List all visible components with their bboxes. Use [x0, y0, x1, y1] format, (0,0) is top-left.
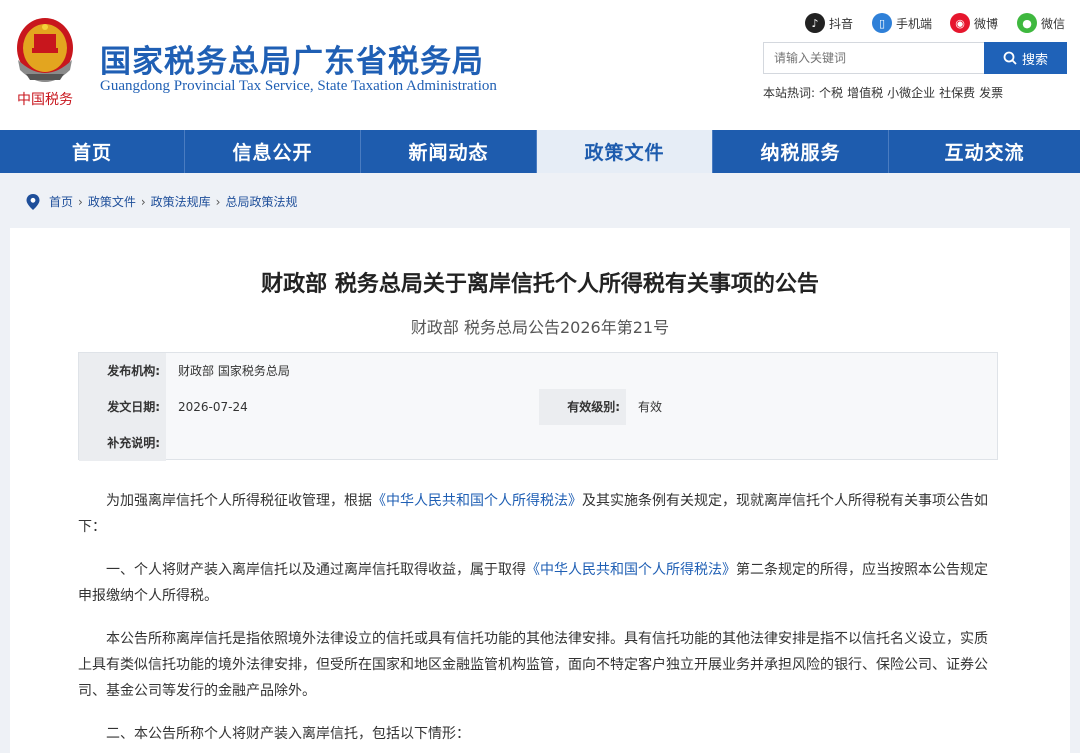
nav-item-tax-services[interactable]: 纳税服务: [713, 130, 889, 173]
article-document-number: 财政部 税务总局公告2026年第21号: [410, 318, 670, 337]
issuer-label: 发布机构:: [79, 353, 166, 389]
hot-word[interactable]: 社保费: [939, 86, 975, 100]
paragraph-text: 一、个人将财产装入离岸信托以及通过离岸信托取得收益，属于取得: [106, 562, 526, 578]
article-panel: 财政部 税务总局关于离岸信托个人所得税有关事项的公告 财政部 税务总局公告202…: [10, 228, 1070, 753]
paragraph-text: 为加强离岸信托个人所得税征收管理，根据: [106, 493, 372, 509]
search-button-label: 搜索: [1021, 51, 1048, 67]
site-title[interactable]: 国家税务总局广东省税务局: [100, 36, 484, 81]
note-value: [166, 425, 178, 461]
emblem-caption: 中国税务: [17, 92, 73, 108]
hot-words-label: 本站热词:: [763, 86, 816, 100]
weibo-label: 微博: [974, 16, 999, 31]
hot-word[interactable]: 发票: [979, 86, 1003, 100]
breadcrumb-policy-library[interactable]: 政策法规库: [151, 193, 211, 210]
breadcrumb-separator: ›: [78, 194, 83, 209]
validity-label: 有效级别:: [539, 389, 626, 425]
nav-item-home[interactable]: 首页: [0, 130, 185, 173]
hot-words: 本站热词: 个税 增值税 小微企业 社保费 发票: [763, 84, 1007, 101]
breadcrumb: 首页 › 政策文件 › 政策法规库 › 总局政策法规: [26, 193, 298, 210]
article-title: 财政部 税务总局关于离岸信托个人所得税有关事项的公告: [261, 272, 819, 297]
site-header: 中国税务 国家税务总局广东省税务局 Guangdong Provincial T…: [0, 0, 1080, 130]
article-body: 为加强离岸信托个人所得税征收管理，根据《中华人民共和国个人所得税法》及其实施条例…: [78, 488, 1000, 753]
douyin-link[interactable]: ♪ 抖音: [805, 12, 853, 34]
wechat-label: 微信: [1041, 16, 1066, 31]
search-button[interactable]: 搜索: [984, 42, 1067, 74]
mobile-label: 手机端: [896, 16, 933, 31]
hot-word[interactable]: 小微企业: [887, 86, 935, 100]
paragraph: 二、本公告所称个人将财产装入离岸信托，包括以下情形：: [106, 726, 470, 742]
meta-row: 补充说明:: [79, 425, 997, 461]
breadcrumb-sat-regulations[interactable]: 总局政策法规: [225, 193, 297, 210]
weibo-icon: ◉: [950, 13, 970, 33]
law-reference-link[interactable]: 《中华人民共和国个人所得税法》: [372, 493, 582, 509]
validity-value: 有效: [638, 400, 663, 414]
douyin-icon: ♪: [805, 13, 825, 33]
date-label: 发文日期:: [79, 389, 166, 425]
date-value: 2026-07-24: [178, 400, 248, 414]
hot-word[interactable]: 个税: [819, 86, 843, 100]
tax-emblem-logo[interactable]: 中国税务: [12, 14, 78, 110]
nav-item-news[interactable]: 新闻动态: [361, 130, 537, 173]
search-icon: [1003, 51, 1017, 65]
breadcrumb-separator: ›: [215, 194, 221, 209]
breadcrumb-separator: ›: [140, 194, 146, 209]
mobile-icon: ▯: [872, 13, 892, 33]
paragraph: 一、个人将财产装入离岸信托以及通过离岸信托取得收益，属于取得《中华人民共和国个人…: [78, 557, 1000, 609]
wechat-icon: ●: [1017, 13, 1037, 33]
breadcrumb-policy-documents[interactable]: 政策文件: [88, 193, 136, 210]
site-subtitle: Guangdong Provincial Tax Service, State …: [100, 78, 497, 94]
meta-row: 发布机构: 财政部 国家税务总局: [79, 353, 997, 389]
paragraph: 为加强离岸信托个人所得税征收管理，根据《中华人民共和国个人所得税法》及其实施条例…: [78, 488, 1000, 540]
nav-item-policy-documents[interactable]: 政策文件: [537, 130, 713, 173]
law-reference-link[interactable]: 《中华人民共和国个人所得税法》: [526, 562, 736, 578]
document-metadata-table: 发布机构: 财政部 国家税务总局 发文日期: 2026-07-24 有效级别: …: [78, 352, 998, 461]
hot-word[interactable]: 增值税: [847, 86, 883, 100]
douyin-label: 抖音: [829, 16, 854, 31]
location-pin-icon: [26, 193, 40, 210]
main-nav: 首页 信息公开 新闻动态 政策文件 纳税服务 互动交流: [0, 130, 1080, 173]
meta-row: 发文日期: 2026-07-24 有效级别: 有效: [79, 389, 997, 425]
mobile-link[interactable]: ▯ 手机端: [872, 12, 932, 34]
note-label: 补充说明:: [79, 425, 166, 461]
nav-item-interaction[interactable]: 互动交流: [889, 130, 1080, 173]
issuer-value: 财政部 国家税务总局: [178, 364, 290, 378]
weibo-link[interactable]: ◉ 微博: [950, 12, 998, 34]
wechat-link[interactable]: ● 微信: [1017, 12, 1065, 34]
nav-item-info-disclosure[interactable]: 信息公开: [185, 130, 361, 173]
search-input[interactable]: [763, 42, 985, 74]
paragraph: 本公告所称离岸信托是指依照境外法律设立的信托或具有信托功能的其他法律安排。具有信…: [78, 631, 988, 699]
breadcrumb-home[interactable]: 首页: [49, 193, 73, 210]
